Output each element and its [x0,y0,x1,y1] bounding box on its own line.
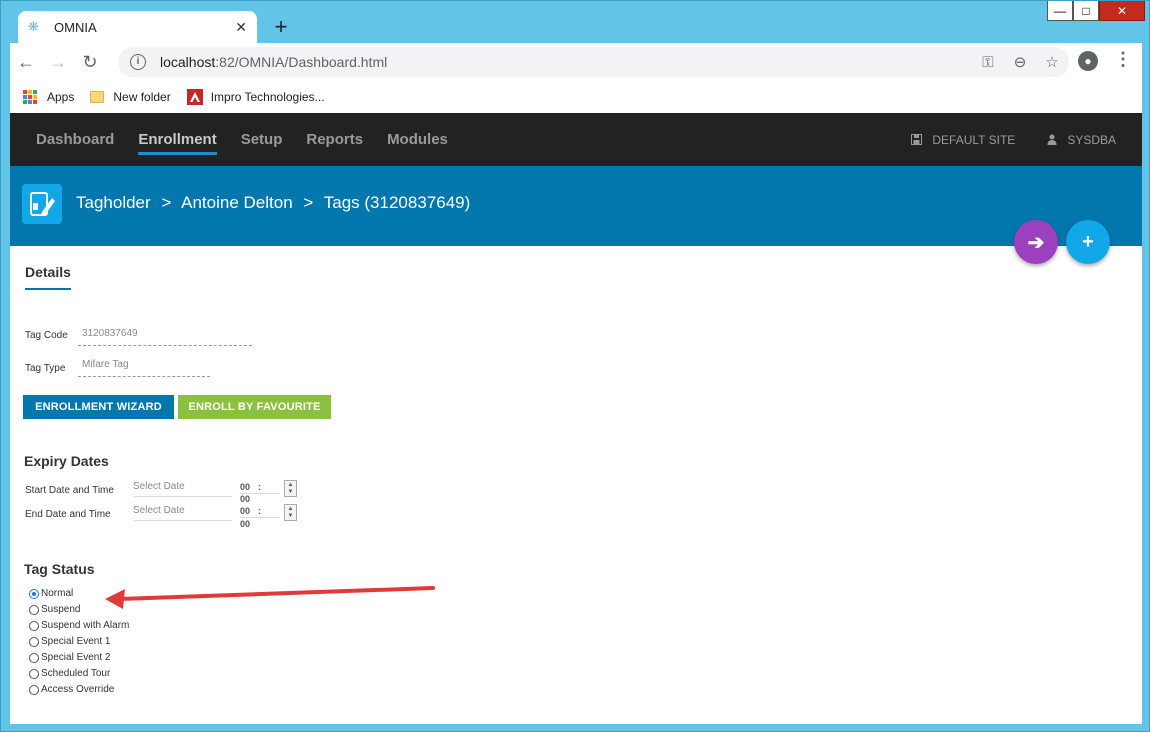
annotation-arrow [105,586,435,609]
browser-window: — □ ✕ ❋ OMNIA ✕ + ← → ↻ i localhost:82/O… [0,0,1150,732]
